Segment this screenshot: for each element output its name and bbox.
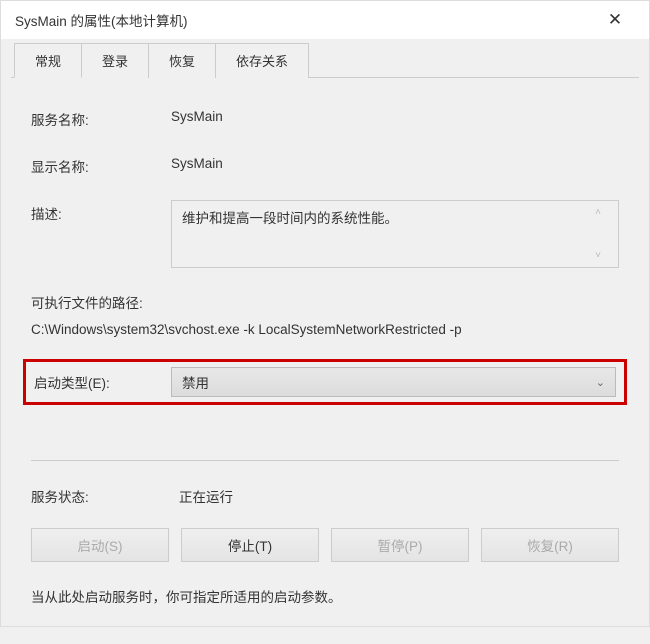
- tab-general[interactable]: 常规: [14, 43, 82, 78]
- description-text: 维护和提高一段时间内的系统性能。: [182, 207, 588, 261]
- scroll-up-icon[interactable]: ˄: [595, 207, 601, 218]
- chevron-down-icon: ⌄: [596, 376, 605, 389]
- window-title: SysMain 的属性(本地计算机): [15, 10, 595, 30]
- tab-logon[interactable]: 登录: [82, 43, 149, 78]
- description-label: 描述:: [31, 200, 171, 223]
- startup-type-select[interactable]: 禁用 ⌄: [171, 367, 616, 397]
- service-name-value: SysMain: [171, 106, 619, 124]
- resume-button: 恢复(R): [481, 528, 619, 562]
- description-textbox[interactable]: 维护和提高一段时间内的系统性能。 ˄ ˅: [171, 200, 619, 268]
- scroll-down-icon[interactable]: ˅: [595, 250, 601, 261]
- divider: [31, 460, 619, 461]
- close-button[interactable]: ✕: [595, 4, 635, 36]
- close-icon: ✕: [608, 10, 622, 30]
- display-name-value: SysMain: [171, 153, 619, 171]
- startup-params-hint: 当从此处启动服务时，你可指定所适用的启动参数。: [31, 586, 619, 606]
- service-status-value: 正在运行: [179, 483, 619, 506]
- startup-type-row: 启动类型(E): 禁用 ⌄: [23, 359, 627, 405]
- tab-dependencies[interactable]: 依存关系: [216, 43, 309, 78]
- start-button: 启动(S): [31, 528, 169, 562]
- service-status-label: 服务状态:: [31, 483, 179, 506]
- display-name-label: 显示名称:: [31, 153, 171, 176]
- stop-button[interactable]: 停止(T): [181, 528, 319, 562]
- service-name-label: 服务名称:: [31, 106, 171, 129]
- exe-path-value: C:\Windows\system32\svchost.exe -k Local…: [31, 322, 619, 337]
- pause-button: 暂停(P): [331, 528, 469, 562]
- startup-type-value: 禁用: [182, 372, 596, 392]
- exe-path-label: 可执行文件的路径:: [31, 292, 619, 312]
- tab-recovery[interactable]: 恢复: [149, 43, 216, 78]
- startup-type-label: 启动类型(E):: [34, 372, 171, 392]
